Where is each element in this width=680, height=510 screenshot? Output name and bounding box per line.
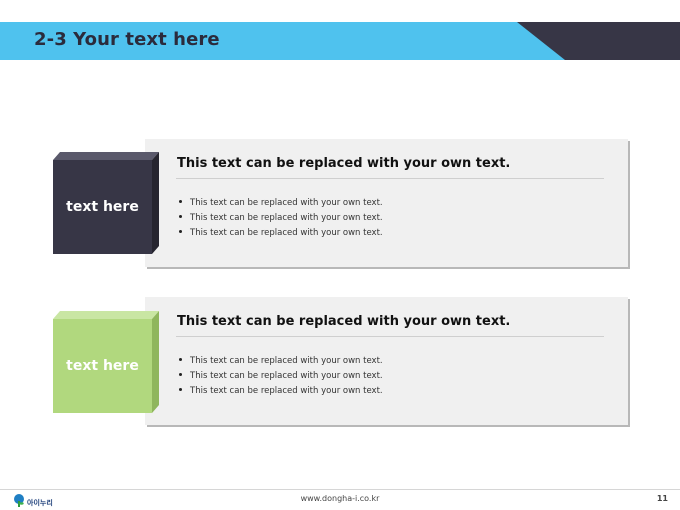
page-number: 11 — [656, 494, 668, 503]
slide-title: 2-3 Your text here — [34, 29, 220, 50]
label-box-dark: text here — [53, 152, 159, 254]
content-card-1: This text can be replaced with your own … — [145, 139, 628, 267]
list-item: This text can be replaced with your own … — [177, 384, 383, 399]
list-item: This text can be replaced with your own … — [177, 354, 383, 369]
list-item: This text can be replaced with your own … — [177, 226, 383, 241]
footer-divider — [0, 489, 680, 490]
box-label: text here — [66, 199, 139, 215]
card-divider — [176, 336, 604, 337]
bullet-list: This text can be replaced with your own … — [177, 196, 383, 241]
bullet-dot-icon — [179, 215, 182, 218]
card-divider — [176, 178, 604, 179]
bullet-dot-icon — [179, 388, 182, 391]
card-heading: This text can be replaced with your own … — [177, 314, 511, 329]
footer-url[interactable]: www.dongha-i.co.kr — [0, 494, 680, 503]
box-label: text here — [66, 358, 139, 374]
bullet-dot-icon — [179, 373, 182, 376]
list-item: This text can be replaced with your own … — [177, 369, 383, 384]
bullet-dot-icon — [179, 200, 182, 203]
label-box-green: text here — [53, 311, 159, 413]
list-item: This text can be replaced with your own … — [177, 211, 383, 226]
bullet-dot-icon — [179, 358, 182, 361]
content-card-2: This text can be replaced with your own … — [145, 297, 628, 425]
card-heading: This text can be replaced with your own … — [177, 156, 511, 171]
bullet-dot-icon — [179, 230, 182, 233]
list-item: This text can be replaced with your own … — [177, 196, 383, 211]
bullet-list: This text can be replaced with your own … — [177, 354, 383, 399]
